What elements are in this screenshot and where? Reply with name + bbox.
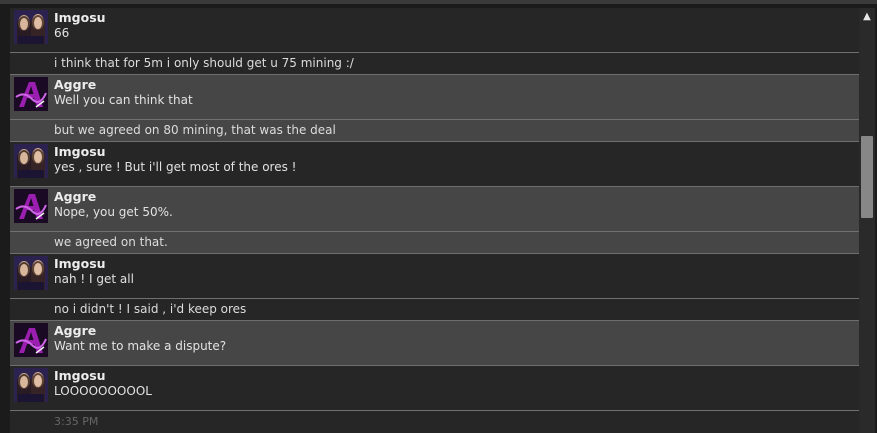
avatar[interactable] — [14, 144, 48, 178]
message-group: Imgosu yes , sure ! But i'll get most of … — [10, 142, 859, 187]
author-name[interactable]: Aggre — [54, 189, 96, 204]
message-timestamp: 3:35 PM — [10, 410, 859, 433]
scrollbar-thumb[interactable] — [861, 136, 873, 218]
message-text: no i didn't ! I said , i'd keep ores — [10, 298, 859, 320]
message-text: LOOOOOOOOOL — [54, 384, 152, 398]
chat-log[interactable]: Imgosu 66 i think that for 5m i only shoul… — [10, 8, 859, 433]
message-text: Nope, you get 50%. — [54, 205, 173, 219]
avatar[interactable] — [14, 256, 48, 290]
author-name[interactable]: Aggre — [54, 323, 96, 338]
message-header: Imgosu nah ! I get all — [10, 254, 859, 298]
avatar[interactable] — [14, 189, 48, 223]
message-text: Want me to make a dispute? — [54, 339, 227, 353]
message-group: Imgosu LOOOOOOOOOL 3:35 PM — [10, 366, 859, 433]
message-text: nah ! I get all — [54, 272, 134, 286]
avatar[interactable] — [14, 10, 48, 44]
message-text: Well you can think that — [54, 93, 193, 107]
message-text: but we agreed on 80 mining, that was the… — [10, 119, 859, 141]
message-group: Aggre Want me to make a dispute? — [10, 321, 859, 366]
author-name[interactable]: Imgosu — [54, 256, 106, 271]
message-header: Aggre Want me to make a dispute? — [10, 321, 859, 365]
author-name[interactable]: Imgosu — [54, 10, 106, 25]
avatar[interactable] — [14, 77, 48, 111]
message-text: i think that for 5m i only should get u … — [10, 52, 859, 74]
message-group: Aggre Nope, you get 50%. we agreed on that… — [10, 187, 859, 254]
message-group: Aggre Well you can think that but we agree… — [10, 75, 859, 142]
message-header: Imgosu yes , sure ! But i'll get most of … — [10, 142, 859, 186]
message-header: Imgosu 66 — [10, 8, 859, 52]
message-header: Aggre Nope, you get 50%. — [10, 187, 859, 231]
message-group: Imgosu 66 i think that for 5m i only shoul… — [10, 8, 859, 75]
vertical-scrollbar[interactable]: ▲ — [859, 8, 875, 433]
message-text: yes , sure ! But i'll get most of the or… — [54, 160, 297, 174]
avatar[interactable] — [14, 368, 48, 402]
scroll-up-icon[interactable]: ▲ — [859, 8, 875, 24]
message-text: we agreed on that. — [10, 231, 859, 253]
message-group: Imgosu nah ! I get all no i didn't ! I sai… — [10, 254, 859, 321]
message-text: 66 — [54, 26, 70, 40]
message-header: Imgosu LOOOOOOOOOL — [10, 366, 859, 410]
author-name[interactable]: Imgosu — [54, 368, 106, 383]
avatar[interactable] — [14, 323, 48, 357]
author-name[interactable]: Imgosu — [54, 144, 106, 159]
author-name[interactable]: Aggre — [54, 77, 96, 92]
message-header: Aggre Well you can think that — [10, 75, 859, 119]
